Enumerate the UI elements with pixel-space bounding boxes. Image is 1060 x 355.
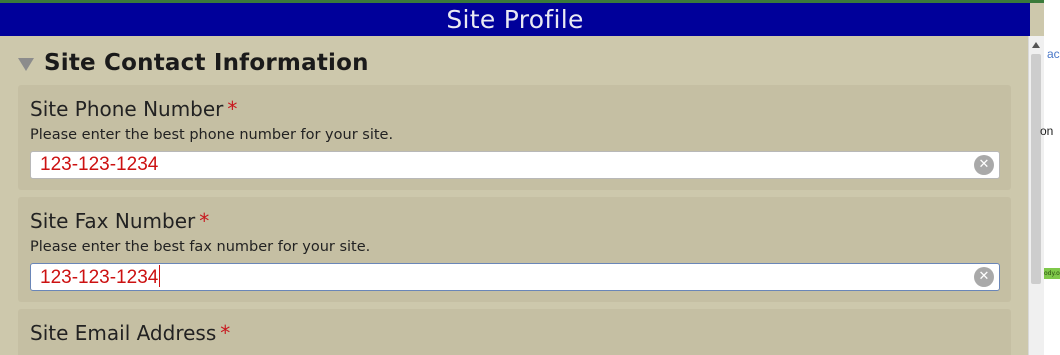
email-label-text: Site Email Address bbox=[30, 321, 217, 345]
fax-input[interactable]: 123-123-1234 ✕ bbox=[30, 263, 1000, 291]
section-header[interactable]: Site Contact Information bbox=[18, 50, 369, 76]
phone-help-text: Please enter the best phone number for y… bbox=[30, 127, 394, 143]
adjacent-window-sliver: ac on ody.o bbox=[1040, 0, 1060, 355]
fax-clear-icon[interactable]: ✕ bbox=[974, 267, 994, 287]
scroll-up-arrow-icon[interactable] bbox=[1032, 42, 1040, 48]
phone-label-text: Site Phone Number bbox=[30, 97, 224, 121]
phone-field-label: Site Phone Number * bbox=[30, 97, 237, 121]
required-asterisk: * bbox=[227, 97, 238, 121]
vertical-scrollbar[interactable] bbox=[1028, 36, 1044, 355]
side-tag: ody.o bbox=[1044, 268, 1060, 279]
main-panel: Site Contact Information Site Phone Numb… bbox=[0, 36, 1028, 355]
fax-field-label: Site Fax Number * bbox=[30, 209, 209, 233]
app-root: Site Profile Site Contact Information Si… bbox=[0, 0, 1060, 355]
side-text-mid: on bbox=[1040, 124, 1054, 138]
fax-input-text: 123-123-1234 bbox=[40, 267, 159, 288]
text-caret bbox=[159, 265, 161, 287]
side-text-top: ac bbox=[1047, 47, 1060, 61]
phone-input-value: 123-123-1234 bbox=[40, 154, 159, 175]
fax-field-group: Site Fax Number * Please enter the best f… bbox=[18, 197, 1011, 302]
required-asterisk: * bbox=[199, 209, 210, 233]
collapse-triangle-icon[interactable] bbox=[18, 57, 34, 71]
fax-help-text: Please enter the best fax number for you… bbox=[30, 239, 371, 255]
phone-field-group: Site Phone Number * Please enter the best… bbox=[18, 85, 1011, 190]
page-title: Site Profile bbox=[446, 5, 584, 34]
phone-input[interactable]: 123-123-1234 ✕ bbox=[30, 151, 1000, 179]
email-field-label: Site Email Address * bbox=[30, 321, 230, 345]
email-field-group: Site Email Address * bbox=[18, 309, 1011, 355]
section-title: Site Contact Information bbox=[44, 50, 369, 76]
fax-label-text: Site Fax Number bbox=[30, 209, 196, 233]
required-asterisk: * bbox=[220, 321, 231, 345]
title-bar: Site Profile bbox=[0, 0, 1030, 36]
scroll-thumb[interactable] bbox=[1031, 54, 1041, 284]
phone-clear-icon[interactable]: ✕ bbox=[974, 155, 994, 175]
fax-input-value: 123-123-1234 bbox=[40, 265, 161, 290]
